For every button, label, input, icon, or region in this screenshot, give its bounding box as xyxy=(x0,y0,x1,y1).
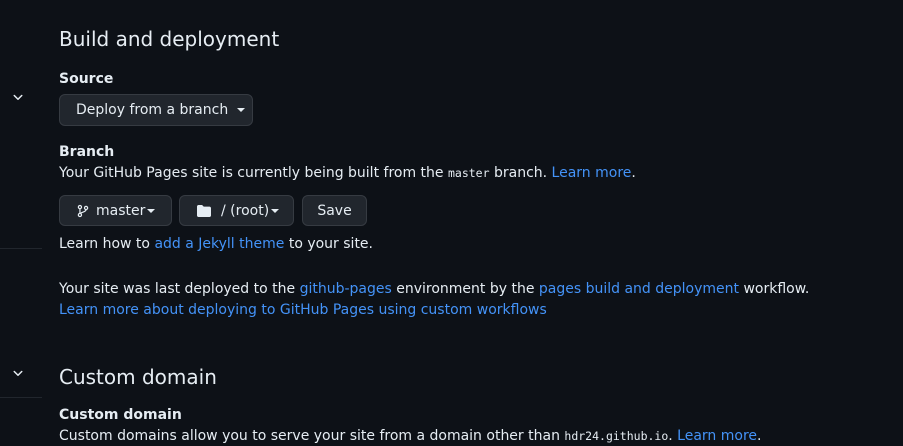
jekyll-suffix: to your site. xyxy=(284,236,373,252)
triangle-down-icon xyxy=(271,208,280,213)
custom-domain-label: Custom domain xyxy=(59,407,182,423)
custom-workflows-text: Learn more about deploying to GitHub Pag… xyxy=(59,302,547,318)
branch-description: Your GitHub Pages site is currently bein… xyxy=(59,165,636,181)
branch-learn-more-link[interactable]: Learn more xyxy=(552,165,632,181)
folder-select-value: / (root) xyxy=(221,202,270,219)
deployed-suffix: workflow. xyxy=(739,281,810,297)
deployed-mid: environment by the xyxy=(391,281,539,297)
triangle-down-icon xyxy=(237,108,246,112)
jekyll-prefix: Learn how to xyxy=(59,236,155,252)
domain-code: hdr24.github.io xyxy=(564,429,669,443)
triangle-down-icon xyxy=(147,208,156,213)
last-deployed-text: Your site was last deployed to the githu… xyxy=(59,281,809,297)
git-branch-icon xyxy=(77,204,89,217)
jekyll-theme-link[interactable]: add a Jekyll theme xyxy=(154,236,284,252)
save-button[interactable]: Save xyxy=(302,195,367,226)
custom-domain-desc-prefix: Custom domains allow you to serve your s… xyxy=(59,428,565,444)
github-pages-env-link[interactable]: github-pages xyxy=(300,281,392,297)
period: . xyxy=(757,428,762,444)
period: . xyxy=(631,165,636,181)
pages-workflow-link[interactable]: pages build and deployment xyxy=(539,281,739,297)
sidebar-expand-chevron-icon[interactable] xyxy=(9,364,27,382)
sidebar-divider xyxy=(0,397,42,398)
branch-select-value: master xyxy=(96,202,146,219)
sidebar-expand-chevron-icon[interactable] xyxy=(9,88,27,106)
custom-domain-heading: Custom domain xyxy=(59,365,217,389)
save-button-label: Save xyxy=(317,202,352,219)
source-dropdown[interactable]: Deploy from a branch xyxy=(59,94,253,126)
build-deployment-heading: Build and deployment xyxy=(59,27,280,51)
custom-domain-learn-more-link[interactable]: Learn more xyxy=(677,428,757,444)
source-dropdown-value: Deploy from a branch xyxy=(76,102,229,118)
folder-select-button[interactable]: / (root) xyxy=(179,195,294,226)
folder-icon xyxy=(197,204,211,217)
branch-select-button[interactable]: master xyxy=(59,195,172,226)
branch-desc-suffix: branch. xyxy=(489,165,552,181)
branch-label: Branch xyxy=(59,144,115,160)
branch-name-code: master xyxy=(447,166,490,180)
branch-desc-prefix: Your GitHub Pages site is currently bein… xyxy=(59,165,448,181)
source-label: Source xyxy=(59,71,114,87)
deployed-prefix: Your site was last deployed to the xyxy=(59,281,300,297)
jekyll-theme-text: Learn how to add a Jekyll theme to your … xyxy=(59,236,373,252)
sidebar-divider xyxy=(0,248,42,249)
custom-workflows-link[interactable]: Learn more about deploying to GitHub Pag… xyxy=(59,302,547,318)
custom-domain-desc-suffix: . xyxy=(668,428,678,444)
custom-domain-description: Custom domains allow you to serve your s… xyxy=(59,428,761,444)
